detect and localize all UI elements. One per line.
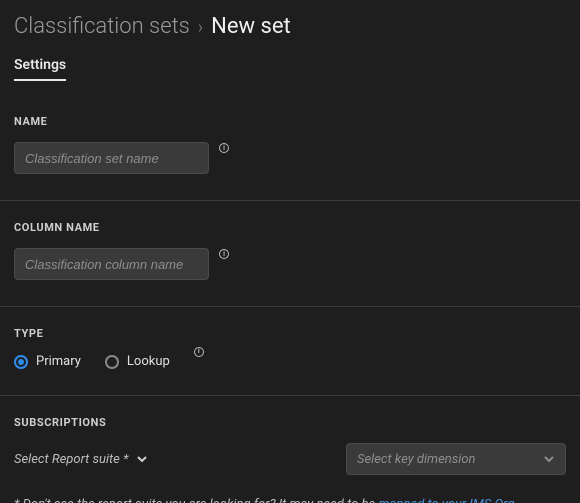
subscriptions-label: SUBSCRIPTIONS (14, 416, 566, 429)
radio-unchecked-icon (105, 355, 119, 369)
name-label: NAME (14, 115, 566, 128)
radio-lookup-label: Lookup (127, 354, 170, 369)
column-name-input[interactable] (14, 248, 209, 280)
type-label: TYPE (14, 327, 566, 340)
section-name: NAME (0, 95, 580, 200)
report-suite-picker[interactable]: Select Report suite * (14, 452, 148, 467)
info-icon[interactable] (219, 249, 229, 259)
radio-checked-icon (14, 355, 28, 369)
radio-lookup[interactable]: Lookup (105, 354, 170, 369)
subscriptions-footnote: * Don't see the report suite you are loo… (14, 497, 566, 503)
breadcrumb: Classification sets › New set (14, 14, 566, 39)
footnote-link[interactable]: mapped to your IMS Org (378, 497, 514, 503)
section-subscriptions: SUBSCRIPTIONS Select Report suite * Sele… (0, 395, 580, 503)
footnote-suffix: . (514, 497, 517, 503)
info-icon[interactable] (194, 347, 204, 357)
breadcrumb-parent[interactable]: Classification sets (14, 14, 190, 39)
footnote-prefix: * Don't see the report suite you are loo… (14, 497, 378, 503)
info-icon[interactable] (219, 143, 229, 153)
breadcrumb-current: New set (211, 14, 291, 39)
chevron-right-icon: › (198, 17, 203, 38)
section-column-name: COLUMN NAME (0, 200, 580, 306)
report-suite-picker-label: Select Report suite * (14, 452, 128, 467)
key-dimension-placeholder: Select key dimension (357, 452, 475, 467)
name-input[interactable] (14, 142, 209, 174)
tabs: Settings (0, 57, 580, 81)
tab-settings[interactable]: Settings (14, 57, 66, 81)
section-type: TYPE Primary Lookup (0, 306, 580, 395)
radio-primary[interactable]: Primary (14, 354, 81, 369)
column-name-label: COLUMN NAME (14, 221, 566, 234)
chevron-down-icon (136, 453, 148, 465)
radio-primary-label: Primary (36, 354, 81, 369)
chevron-down-icon (543, 453, 555, 465)
key-dimension-select[interactable]: Select key dimension (346, 443, 566, 475)
